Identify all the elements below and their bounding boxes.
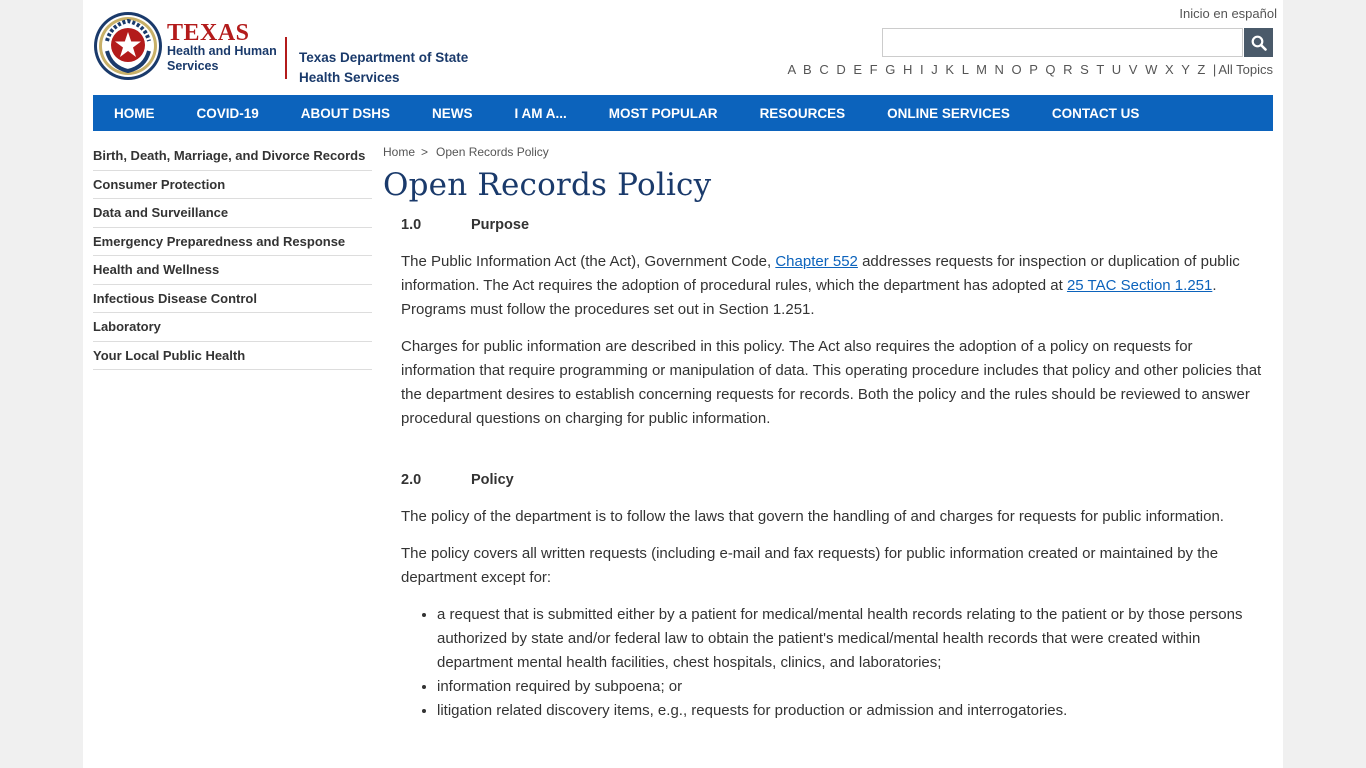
search-icon	[1251, 35, 1267, 51]
dshs-wordmark-line2: Health Services	[299, 70, 400, 85]
nav-covid-19[interactable]: COVID-19	[176, 106, 280, 121]
text-run: The Public Information Act (the Act), Go…	[401, 253, 776, 270]
sidebar: Birth, Death, Marriage, and Divorce Reco…	[93, 142, 372, 370]
sidebar-item-local-public-health[interactable]: Your Local Public Health	[93, 342, 372, 370]
search-button[interactable]	[1244, 28, 1273, 57]
az-link-g[interactable]: G	[885, 62, 895, 77]
exceptions-list: a request that is submitted either by a …	[401, 603, 1263, 723]
az-link-e[interactable]: E	[853, 62, 862, 77]
breadcrumb-separator: >	[421, 145, 429, 159]
az-link-s[interactable]: S	[1080, 62, 1089, 77]
nav-about-dshs[interactable]: ABOUT DSHS	[280, 106, 411, 121]
az-link-z[interactable]: Z	[1197, 62, 1205, 77]
section-heading-policy: 2.0 Policy	[401, 472, 1263, 488]
policy-paragraph-2: The policy covers all written requests (…	[401, 545, 1219, 586]
main-nav: HOME COVID-19 ABOUT DSHS NEWS I AM A... …	[93, 95, 1273, 131]
all-topics-link[interactable]: All Topics	[1218, 62, 1273, 77]
nav-news[interactable]: NEWS	[411, 106, 494, 121]
hhs-wordmark-line3: Services	[167, 59, 219, 73]
az-link-l[interactable]: L	[962, 62, 969, 77]
chapter-552-link[interactable]: Chapter 552	[775, 253, 858, 270]
list-item: information required by subpoena; or	[437, 675, 1263, 699]
nav-home[interactable]: HOME	[93, 106, 176, 121]
sidebar-item-vital-records[interactable]: Birth, Death, Marriage, and Divorce Reco…	[93, 142, 372, 171]
az-link-y[interactable]: Y	[1181, 62, 1189, 77]
section-number: 2.0	[401, 472, 422, 488]
page: TEXAS Health and Human Services Texas De…	[83, 0, 1283, 768]
section-title: Policy	[471, 472, 514, 488]
az-link-o[interactable]: O	[1012, 62, 1022, 77]
az-link-p[interactable]: P	[1029, 62, 1037, 77]
az-link-a[interactable]: A	[787, 62, 795, 77]
az-link-u[interactable]: U	[1112, 62, 1121, 77]
dshs-wordmark-line1: Texas Department of State	[299, 50, 469, 65]
az-link-f[interactable]: F	[870, 62, 878, 77]
logo-divider	[285, 37, 287, 79]
purpose-paragraph-1: The Public Information Act (the Act), Go…	[401, 250, 1263, 322]
search-input[interactable]	[883, 29, 1242, 56]
breadcrumb: Home > Open Records Policy	[383, 145, 1263, 159]
policy-body: 1.0 Purpose The Public Information Act (t…	[383, 217, 1263, 723]
az-link-d[interactable]: D	[836, 62, 845, 77]
az-link-w[interactable]: W	[1145, 62, 1157, 77]
az-link-k[interactable]: K	[945, 62, 954, 77]
a-z-index: A B C D E F G H I J K L M N O P Q R S T …	[783, 62, 1273, 77]
page-title: Open Records Policy	[383, 167, 712, 203]
az-link-x[interactable]: X	[1165, 62, 1174, 77]
az-link-n[interactable]: N	[995, 62, 1004, 77]
az-link-r[interactable]: R	[1063, 62, 1072, 77]
az-link-q[interactable]: Q	[1045, 62, 1055, 77]
nav-most-popular[interactable]: MOST POPULAR	[588, 106, 739, 121]
az-link-m[interactable]: M	[976, 62, 987, 77]
az-link-v[interactable]: V	[1129, 62, 1138, 77]
az-link-c[interactable]: C	[819, 62, 828, 77]
section-title: Purpose	[471, 217, 530, 233]
sidebar-item-consumer-protection[interactable]: Consumer Protection	[93, 171, 372, 199]
hhs-wordmark-line2: Health and Human	[167, 44, 277, 58]
breadcrumb-current: Open Records Policy	[436, 145, 549, 159]
purpose-paragraph-2: Charges for public information are descr…	[401, 338, 1262, 427]
list-item: litigation related discovery items, e.g.…	[437, 699, 1263, 723]
section-number: 1.0	[401, 217, 422, 233]
spanish-home-link[interactable]: Inicio en español	[1179, 6, 1277, 21]
nav-resources[interactable]: RESOURCES	[739, 106, 867, 121]
breadcrumb-home[interactable]: Home	[383, 145, 415, 159]
az-link-j[interactable]: J	[931, 62, 938, 77]
main-content: Home > Open Records Policy Open Records Po…	[383, 142, 1263, 723]
dshs-wordmark: Texas Department of State Health Service…	[299, 48, 468, 88]
sidebar-item-infectious-disease[interactable]: Infectious Disease Control	[93, 285, 372, 313]
nav-i-am-a[interactable]: I AM A...	[494, 106, 588, 121]
az-link-i[interactable]: I	[920, 62, 924, 77]
search-box	[882, 28, 1243, 57]
sidebar-item-emergency-preparedness[interactable]: Emergency Preparedness and Response	[93, 228, 372, 256]
tac-section-link[interactable]: 25 TAC Section 1.251	[1067, 277, 1212, 294]
sidebar-item-data-surveillance[interactable]: Data and Surveillance	[93, 199, 372, 228]
hhs-logo-link[interactable]: TEXAS Health and Human Services Texas De…	[93, 10, 473, 85]
texas-seal-icon	[94, 12, 162, 80]
hhs-wordmark: TEXAS Health and Human Services	[167, 20, 277, 74]
az-link-b[interactable]: B	[803, 62, 812, 77]
az-separator: |	[1212, 62, 1217, 77]
sidebar-item-laboratory[interactable]: Laboratory	[93, 313, 372, 342]
hhs-wordmark-texas: TEXAS	[167, 20, 250, 46]
policy-paragraph-1: The policy of the department is to follo…	[401, 508, 1224, 525]
section-heading-purpose: 1.0 Purpose	[401, 217, 1263, 233]
list-item: a request that is submitted either by a …	[437, 603, 1263, 675]
nav-online-services[interactable]: ONLINE SERVICES	[866, 106, 1031, 121]
az-link-h[interactable]: H	[903, 62, 912, 77]
sidebar-item-health-wellness[interactable]: Health and Wellness	[93, 256, 372, 285]
nav-contact-us[interactable]: CONTACT US	[1031, 106, 1161, 121]
az-link-t[interactable]: T	[1096, 62, 1104, 77]
